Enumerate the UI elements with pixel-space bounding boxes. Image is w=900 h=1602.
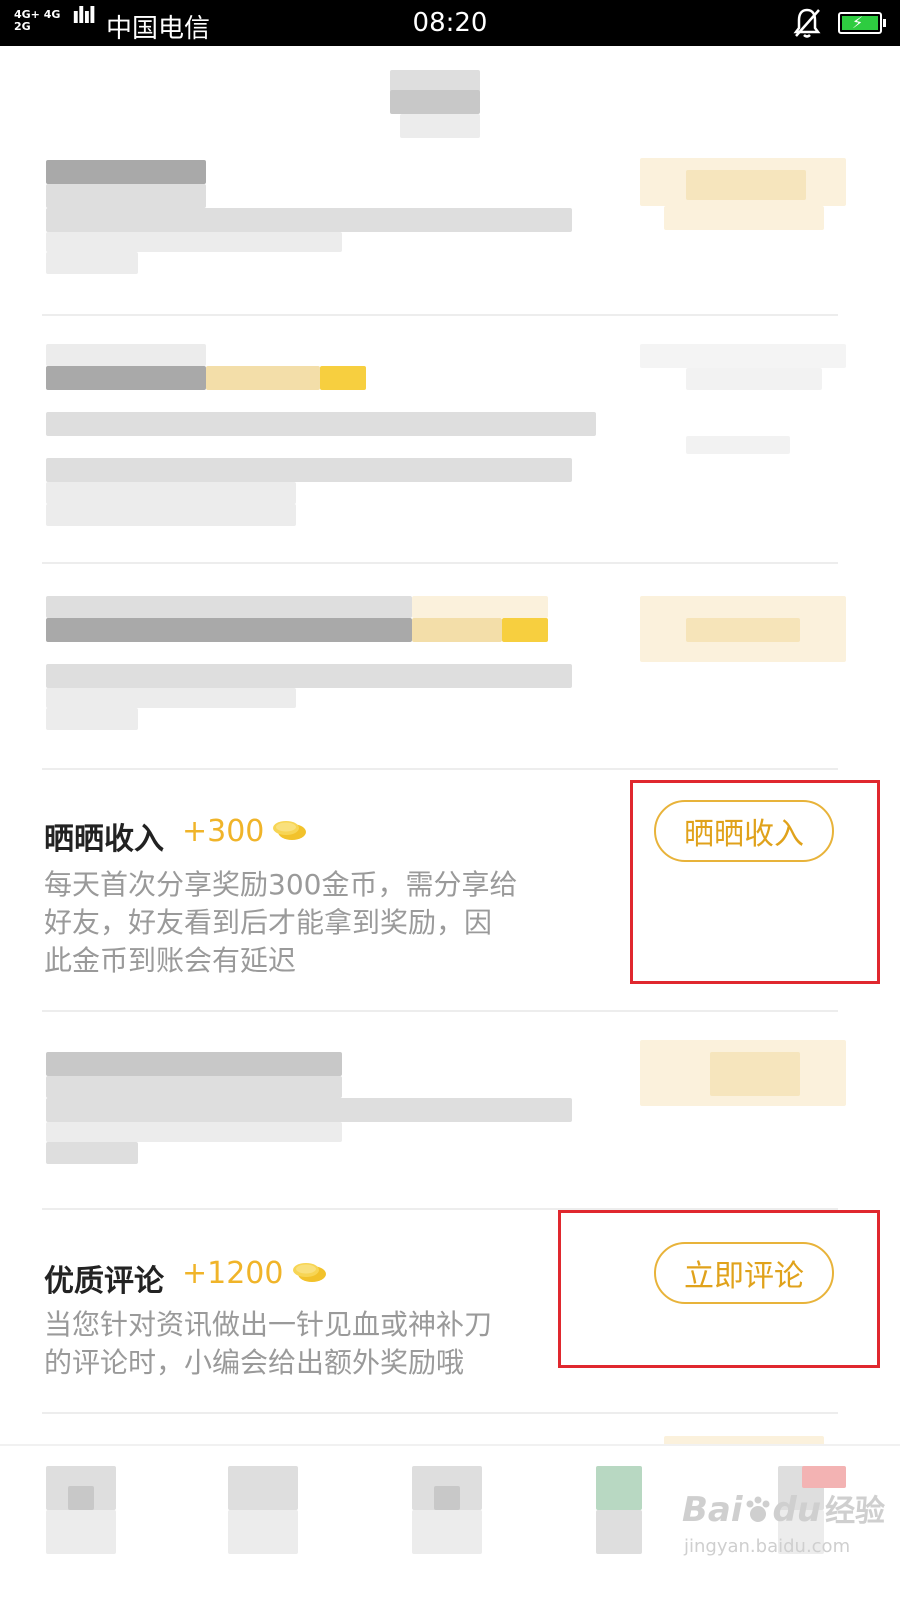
task-description-line: 的评论时，小编会给出额外奖励哦 bbox=[44, 1346, 465, 1379]
paw-icon bbox=[746, 1496, 770, 1522]
clock: 08:20 bbox=[412, 8, 488, 38]
watermark-url: jingyan.baidu.com bbox=[684, 1536, 851, 1557]
baidu-jingyan-watermark: Bai du 经验 jingyan.baidu.com bbox=[682, 1482, 892, 1582]
nav-item-obscured[interactable] bbox=[46, 1466, 116, 1554]
task-bonus: +1200 bbox=[182, 1256, 284, 1291]
divider bbox=[42, 1010, 838, 1012]
divider bbox=[42, 562, 838, 564]
highlight-box bbox=[558, 1210, 880, 1368]
task-title: 晒晒收入 bbox=[44, 822, 164, 857]
task-description-line: 当您针对资讯做出一针见血或神补刀 bbox=[44, 1308, 493, 1341]
task-description: 当您针对资讯做出一针见血或神补刀 的评论时，小编会给出额外奖励哦 bbox=[44, 1306, 492, 1382]
watermark-brand: Bai bbox=[682, 1490, 743, 1530]
watermark-brand-suffix: du bbox=[772, 1490, 822, 1530]
highlight-box bbox=[630, 780, 880, 984]
gold-coin-icon bbox=[273, 821, 306, 840]
gold-coin-icon bbox=[293, 1263, 326, 1282]
status-bar: 4G+ 4G 2G ılıl 中国电信 08:20 ⚡ bbox=[0, 0, 900, 46]
divider bbox=[42, 314, 838, 316]
battery-charging-icon: ⚡ bbox=[838, 12, 886, 34]
task-description-line: 好友，好友看到后才能拿到奖励，因 bbox=[44, 906, 493, 939]
nav-item-obscured[interactable] bbox=[228, 1466, 298, 1554]
divider bbox=[42, 1412, 838, 1414]
task-title: 优质评论 bbox=[44, 1264, 164, 1299]
task-description-line: 此金币到账会有延迟 bbox=[44, 944, 297, 977]
nav-item-obscured[interactable] bbox=[596, 1466, 666, 1554]
nav-item-obscured[interactable] bbox=[412, 1466, 482, 1554]
bell-muted-icon bbox=[793, 8, 821, 38]
task-description-line: 每天首次分享奖励300金币，需分享给 bbox=[44, 868, 518, 901]
watermark-product: 经验 bbox=[825, 1494, 886, 1529]
task-bonus: +300 bbox=[182, 814, 265, 849]
task-description: 每天首次分享奖励300金币，需分享给 好友，好友看到后才能拿到奖励，因 此金币到… bbox=[44, 866, 517, 980]
divider bbox=[42, 768, 838, 770]
